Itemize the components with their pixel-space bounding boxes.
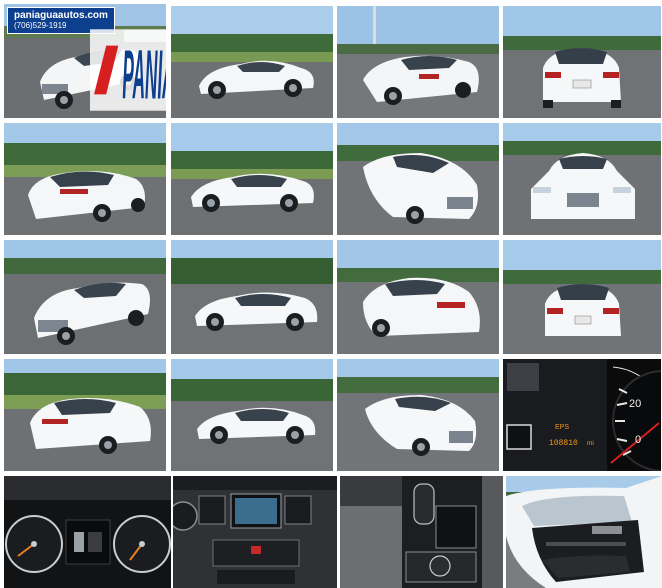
photo-rear-left-3[interactable] bbox=[4, 359, 166, 471]
photo-front-left-1[interactable]: paniaguaautos.com (706)529-1919 PANIAGUA bbox=[4, 4, 166, 118]
photo-gallery: paniaguaautos.com (706)529-1919 PANIAGUA bbox=[0, 0, 662, 588]
photo-gauge-cluster[interactable] bbox=[4, 476, 171, 588]
photo-front-1[interactable] bbox=[503, 123, 661, 235]
photo-center-console[interactable] bbox=[173, 476, 337, 588]
photo-odometer[interactable]: 20 0 EPS 108810 mi bbox=[503, 359, 661, 471]
speed-tick-20: 20 bbox=[629, 398, 641, 410]
photo-rear-left-2[interactable] bbox=[4, 123, 166, 235]
photo-front-left-2[interactable] bbox=[4, 240, 166, 354]
photo-side-left-1[interactable] bbox=[171, 6, 333, 118]
odometer-mileage: 108810 bbox=[549, 439, 578, 448]
dealer-logo: PANIAGUA bbox=[90, 29, 166, 114]
odometer-mode: EPS bbox=[555, 424, 569, 431]
photo-gear-shifter[interactable] bbox=[340, 476, 503, 588]
photo-door-panel[interactable] bbox=[506, 476, 662, 588]
photo-side-left-2[interactable] bbox=[171, 123, 333, 235]
dealer-brand-text: PANIAGUA bbox=[122, 35, 166, 113]
photo-rear-left-1[interactable] bbox=[337, 6, 499, 118]
photo-rear-right-1[interactable] bbox=[337, 240, 499, 354]
speed-tick-0: 0 bbox=[635, 434, 641, 446]
odometer-unit: mi bbox=[587, 440, 594, 447]
photo-front-right-2[interactable] bbox=[337, 359, 499, 471]
photo-front-right-1[interactable] bbox=[337, 123, 499, 235]
photo-rear-1[interactable] bbox=[503, 6, 661, 118]
photo-side-left-4[interactable] bbox=[171, 359, 333, 471]
photo-rear-2[interactable] bbox=[503, 240, 661, 354]
photo-side-left-3[interactable] bbox=[171, 240, 333, 354]
